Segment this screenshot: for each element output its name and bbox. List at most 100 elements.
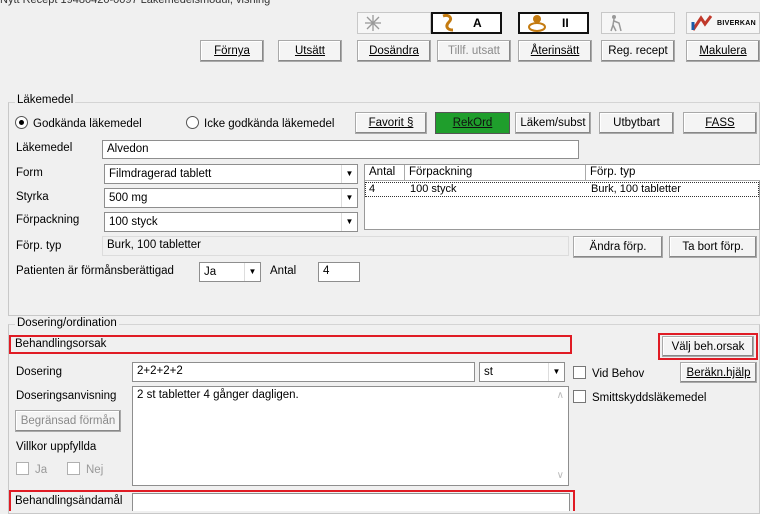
- grid-cell-antal: 4: [369, 183, 376, 195]
- tillf-utsatt-button[interactable]: Tillf. utsatt: [437, 40, 511, 62]
- villkor-nej-label: Nej: [86, 464, 104, 476]
- aterinsatt-button[interactable]: Återinsätt: [518, 40, 592, 62]
- utsatt-label: Utsätt: [294, 45, 326, 57]
- villkor-ja-box: [16, 462, 29, 475]
- person-ii-icon[interactable]: II: [518, 12, 589, 34]
- villkor-ja-label: Ja: [35, 464, 48, 476]
- begransad-forman-button[interactable]: Begränsad förmån: [15, 410, 121, 432]
- ta-bort-forp-button[interactable]: Ta bort förp.: [669, 236, 757, 258]
- radio-icke-godkanda[interactable]: Icke godkända läkemedel: [186, 116, 334, 130]
- person-a-label: A: [473, 16, 482, 30]
- reg-recept-button[interactable]: Reg. recept: [601, 40, 675, 62]
- person-ii-icon-glyph: [528, 15, 546, 32]
- chevron-down-icon: ▼: [341, 213, 357, 231]
- forpackning-grid[interactable]: Antal Förpackning Förp. typ 4 100 styck …: [364, 164, 760, 230]
- utsatt-button[interactable]: Utsätt: [278, 40, 342, 62]
- behandlingsandamal-input[interactable]: [132, 493, 570, 511]
- villkor-ja-checkbox[interactable]: Ja: [16, 462, 47, 476]
- antal-input[interactable]: 4: [318, 262, 360, 282]
- doseringsanvisning-text: 2 st tabletter 4 gånger dagligen.: [137, 389, 299, 401]
- reg-recept-label: Reg. recept: [608, 45, 668, 57]
- lakem-subst-button[interactable]: Läkem/subst: [515, 112, 591, 134]
- person-ii-label: II: [562, 16, 569, 30]
- andra-forp-label: Ändra förp.: [589, 241, 647, 253]
- rekord-label: RekOrd: [452, 117, 493, 129]
- toolbar: A II BIVERKAN Förnya Utsätt Dosändra Til…: [0, 12, 760, 72]
- forp-typ-label: Förp. typ: [16, 240, 62, 252]
- chevron-down-icon: ▼: [548, 363, 564, 381]
- forp-typ-value: Burk, 100 tabletter: [102, 236, 569, 256]
- dos-unit-value: st: [484, 366, 493, 378]
- antal-label: Antal: [270, 265, 297, 277]
- favorit-label: Favorit §: [368, 117, 414, 129]
- window-title: Nytt Recept 19480420-0097 Läkemedelsmodu…: [0, 0, 271, 6]
- styrka-select[interactable]: 500 mg ▼: [104, 188, 358, 208]
- utbytbart-label: Utbytbart: [613, 117, 660, 129]
- person-a-icon[interactable]: A: [431, 12, 502, 34]
- villkor-label: Villkor uppfyllda: [16, 441, 97, 453]
- form-select[interactable]: Filmdragerad tablett ▼: [104, 164, 358, 184]
- form-value: Filmdragerad tablett: [109, 168, 212, 180]
- tillf-utsatt-label: Tillf. utsatt: [448, 45, 500, 57]
- ta-bort-forp-label: Ta bort förp.: [682, 241, 744, 253]
- fass-button[interactable]: FASS: [683, 112, 757, 134]
- utbytbart-button[interactable]: Utbytbart: [599, 112, 674, 134]
- fornya-label: Förnya: [214, 45, 250, 57]
- forpackning-label: Förpackning: [16, 214, 80, 226]
- grid-cell-forpackning: 100 styck: [410, 183, 457, 195]
- behandlingsorsak-field[interactable]: [130, 337, 570, 352]
- dosering-input[interactable]: 2+2+2+2: [132, 362, 475, 382]
- biverkan-label: BIVERKAN: [717, 19, 756, 27]
- makulera-button[interactable]: Makulera: [686, 40, 760, 62]
- grid-header-forp-typ[interactable]: Förp. typ: [586, 165, 760, 181]
- dos-unit-select[interactable]: st ▼: [479, 362, 565, 382]
- forpackning-select[interactable]: 100 styck ▼: [104, 212, 358, 232]
- villkor-nej-checkbox[interactable]: Nej: [67, 462, 103, 476]
- scroll-down-icon[interactable]: ∨: [557, 468, 564, 484]
- vid-behov-checkbox[interactable]: Vid Behov: [573, 366, 644, 380]
- dosandra-button[interactable]: Dosändra: [357, 40, 431, 62]
- valj-beh-orsak-button[interactable]: Välj beh.orsak: [662, 336, 754, 357]
- forpackning-value: 100 styck: [109, 216, 158, 228]
- snowflake-icon[interactable]: [357, 12, 431, 34]
- behandlingsandamal-label: Behandlingsändamål: [15, 495, 123, 507]
- lakemedel-input[interactable]: Alvedon: [102, 140, 579, 159]
- doseringsanvisning-textarea[interactable]: 2 st tabletter 4 gånger dagligen. ∧ ∨: [132, 386, 569, 486]
- biverkan-logo-icon[interactable]: BIVERKAN: [686, 12, 760, 34]
- begransad-forman-label: Begränsad förmån: [20, 415, 116, 427]
- lakemedel-legend: Läkemedel: [15, 94, 76, 106]
- dosering-label: Dosering: [16, 366, 63, 378]
- smittskydd-box: [573, 390, 586, 403]
- grid-header-antal[interactable]: Antal: [365, 165, 405, 181]
- valj-beh-orsak-label: Välj beh.orsak: [671, 341, 745, 353]
- form-label: Form: [16, 167, 43, 179]
- lakem-subst-label: Läkem/subst: [520, 117, 586, 129]
- doseringsanvisning-label: Doseringsanvisning: [16, 390, 117, 402]
- vid-behov-label: Vid Behov: [592, 368, 645, 380]
- grid-header-forpackning[interactable]: Förpackning: [405, 165, 586, 181]
- radio-godkanda[interactable]: Godkända läkemedel: [15, 116, 142, 130]
- favorit-button[interactable]: Favorit §: [355, 112, 427, 134]
- lakemedel-label: Läkemedel: [16, 142, 73, 154]
- dosandra-label: Dosändra: [369, 45, 419, 57]
- radio-godkanda-dot: [15, 116, 28, 129]
- styrka-label: Styrka: [16, 191, 49, 203]
- villkor-nej-box: [67, 462, 80, 475]
- fornya-button[interactable]: Förnya: [200, 40, 264, 62]
- chevron-down-icon: ▼: [341, 165, 357, 183]
- andra-forp-button[interactable]: Ändra förp.: [573, 236, 663, 258]
- scroll-up-icon[interactable]: ∧: [557, 388, 564, 404]
- vid-behov-box: [573, 366, 586, 379]
- rekord-button[interactable]: RekOrd: [435, 112, 510, 134]
- formansberattigad-label: Patienten är förmånsberättigad: [16, 265, 174, 277]
- walker-icon[interactable]: [601, 12, 675, 34]
- formansberattigad-select[interactable]: Ja ▼: [199, 262, 261, 282]
- snowflake-icon-glyph: [365, 15, 381, 31]
- smittskydd-checkbox[interactable]: Smittskyddsläkemedel: [573, 390, 706, 404]
- fass-label: FASS: [705, 117, 735, 129]
- table-row[interactable]: 4 100 styck Burk, 100 tabletter: [365, 182, 759, 197]
- aterinsatt-label: Återinsätt: [530, 45, 580, 57]
- walker-icon-glyph: [610, 15, 622, 32]
- berakn-hjalp-label: Beräkn.hjälp: [686, 367, 751, 379]
- berakn-hjalp-button[interactable]: Beräkn.hjälp: [680, 362, 757, 383]
